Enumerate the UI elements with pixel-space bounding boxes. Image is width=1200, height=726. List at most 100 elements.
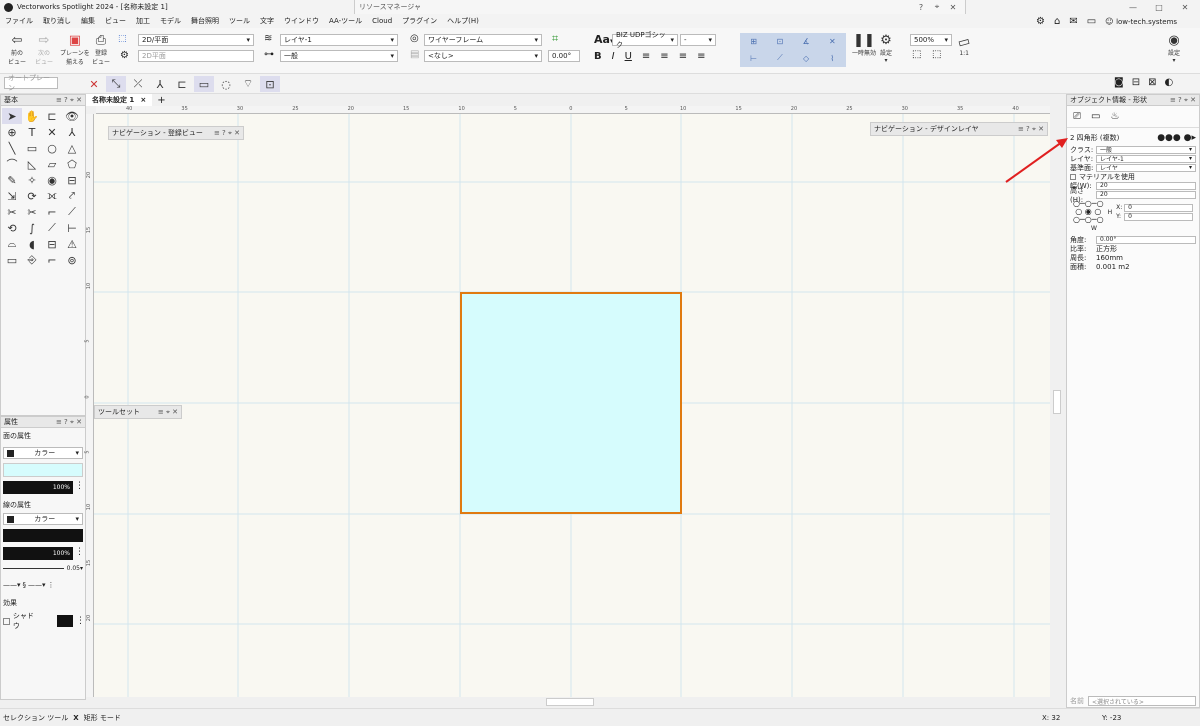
shadow-checkbox[interactable]: [3, 617, 10, 625]
menu-item[interactable]: 舞台照明: [186, 16, 224, 26]
fit-objects-icon[interactable]: ⬚: [932, 49, 941, 60]
eyedropper-tool-icon[interactable]: ✎: [2, 172, 22, 188]
circle-tool-icon[interactable]: ○: [42, 140, 62, 156]
callout-tool-icon[interactable]: ✕: [42, 124, 62, 140]
line-weight-select[interactable]: 0.05 ▾: [3, 565, 83, 572]
triangle-tool-icon[interactable]: △: [62, 140, 82, 156]
cut-tool-icon[interactable]: ⬠: [62, 156, 82, 172]
split-tool-icon[interactable]: ⟗: [42, 188, 62, 204]
arc-tool-icon[interactable]: ⌒: [2, 156, 22, 172]
text-tool-icon[interactable]: T: [22, 124, 42, 140]
poly-marquee-icon[interactable]: ⌔: [238, 76, 258, 92]
font-select[interactable]: BIZ UDPゴシック ▾: [612, 31, 678, 49]
camera-view-icon[interactable]: ◙: [1114, 77, 1124, 88]
menu-item[interactable]: ファイル: [0, 16, 38, 26]
lasso-icon[interactable]: ◌: [216, 76, 236, 92]
redline-tool-icon[interactable]: ⊚: [62, 252, 82, 268]
attribute-tool-icon[interactable]: ✧: [22, 172, 42, 188]
selected-square[interactable]: [460, 292, 682, 514]
line-tool-icon[interactable]: ╲: [2, 140, 22, 156]
offset-tool-icon[interactable]: ⤤: [62, 188, 82, 204]
light-icon[interactable]: ⊠: [1148, 77, 1156, 88]
fill-opacity-bar[interactable]: 100%: [3, 481, 73, 494]
auto-plane-toggle[interactable]: オートプレーン: [4, 74, 58, 92]
sheet-tool-icon[interactable]: ▭: [2, 252, 22, 268]
snap-object-icon[interactable]: ⊡: [767, 34, 792, 50]
menu-item[interactable]: プラグイン: [397, 16, 442, 26]
pause-button[interactable]: ❚❚ 一時無効: [852, 34, 876, 58]
snap-intersection-icon[interactable]: ✕: [820, 34, 845, 50]
fit-page-icon[interactable]: ⬚: [912, 49, 921, 60]
align-justify-icon[interactable]: ≡: [697, 51, 705, 62]
globe-icon[interactable]: ◐: [1164, 77, 1173, 88]
disable-snap-icon[interactable]: ✕: [84, 76, 104, 92]
polyline-tool-icon[interactable]: ◺: [22, 156, 42, 172]
mail-icon[interactable]: ✉: [1069, 16, 1077, 27]
snap-edge-icon[interactable]: ⌇: [820, 51, 845, 67]
box-position-icon[interactable]: ○─○─○ ○ ◉ ○ ○─○─○: [1073, 200, 1104, 224]
help-icon[interactable]: ?: [913, 3, 929, 12]
polygon-tool-icon[interactable]: ▱: [42, 156, 62, 172]
fill-more-icon[interactable]: ⋮: [75, 481, 84, 491]
more-options-icon[interactable]: ●●● ●▸: [1157, 133, 1196, 143]
next-view-button[interactable]: ⇨ 次の ビュー: [35, 34, 53, 67]
rotate-mode-icon[interactable]: ⤫: [128, 76, 148, 92]
bold-button[interactable]: B: [594, 51, 602, 62]
fillet-tool-icon[interactable]: ⌐: [42, 204, 62, 220]
class-field[interactable]: 一般 ▾: [1096, 145, 1196, 154]
mirror-tool-icon[interactable]: ⊟: [62, 172, 82, 188]
menu-item[interactable]: ビュー: [100, 16, 131, 26]
add-tab-icon[interactable]: +: [152, 95, 170, 106]
v-scroll-thumb[interactable]: [1053, 390, 1061, 414]
scissors-tool-icon[interactable]: ✂: [2, 204, 22, 220]
marker-more-icon[interactable]: ⋮: [48, 581, 55, 589]
gear-icon[interactable]: ⚙: [1036, 16, 1045, 27]
user-icon[interactable]: ☺ low-tech.systems: [1105, 17, 1177, 26]
line-more-icon[interactable]: ⋮: [75, 547, 84, 557]
layer-select[interactable]: レイヤ-1 ▾: [280, 34, 398, 46]
zoom-select[interactable]: 500% ▾: [910, 34, 952, 46]
close-icon[interactable]: ✕: [945, 3, 961, 12]
minimize-icon[interactable]: —: [1120, 3, 1146, 12]
base-field[interactable]: レイヤ ▾: [1096, 163, 1196, 172]
render-sub-select[interactable]: <なし> ▾: [424, 50, 542, 62]
angle-field[interactable]: 0.00°: [548, 50, 580, 62]
snap-view-icon[interactable]: ⊟: [1132, 77, 1140, 88]
stamp-tool-icon[interactable]: ⊟: [42, 236, 62, 252]
vertical-scrollbar[interactable]: [1052, 106, 1062, 697]
menu-item[interactable]: 編集: [76, 16, 100, 26]
snap-tangent-icon[interactable]: ◇: [794, 51, 819, 67]
zoom-tool-icon[interactable]: ⊕: [2, 124, 22, 140]
resize-mode-icon[interactable]: ⤡: [106, 76, 126, 92]
registered-view-button[interactable]: ⎙ 登録 ビュー: [92, 34, 110, 67]
menu-item[interactable]: ヘルプ(H): [442, 16, 484, 26]
rect-marquee-icon[interactable]: ▭: [194, 76, 214, 92]
line-color-swatch[interactable]: [3, 529, 83, 542]
align-center-icon[interactable]: ≡: [660, 51, 668, 62]
tab-close-icon[interactable]: ×: [140, 96, 146, 104]
reshape-tool-icon[interactable]: ✂: [22, 204, 42, 220]
group-select-icon[interactable]: ⊏: [172, 76, 192, 92]
name-field[interactable]: <選択されている>: [1088, 696, 1196, 706]
y-field[interactable]: 0: [1124, 212, 1193, 221]
dimension-tool-icon[interactable]: ⊢: [62, 220, 82, 236]
maximize-icon[interactable]: □: [1146, 3, 1172, 12]
options-icon[interactable]: ⊡: [260, 76, 280, 92]
scale-button[interactable]: ▭ 1:1: [956, 34, 972, 57]
align-left-icon[interactable]: ≡: [642, 51, 650, 62]
fill-color-swatch[interactable]: [3, 463, 83, 477]
menu-item[interactable]: ツール: [224, 16, 255, 26]
width-field[interactable]: 20: [1096, 181, 1196, 190]
render-select[interactable]: ワイヤーフレーム ▾: [424, 34, 542, 46]
snap-distance-icon[interactable]: ⊢: [741, 51, 766, 67]
horizontal-scrollbar[interactable]: [86, 697, 1052, 707]
menu-item[interactable]: モデル: [155, 16, 186, 26]
visibility-tool-icon[interactable]: ◉: [42, 172, 62, 188]
start-marker-select[interactable]: ——▾: [3, 581, 21, 589]
menu-item[interactable]: AA-ツール: [324, 16, 367, 26]
freehand-tool-icon[interactable]: ∫: [22, 220, 42, 236]
rotate-tool-icon[interactable]: ⟳: [22, 188, 42, 204]
rectangle-tool-icon[interactable]: ▭: [22, 140, 42, 156]
home-icon[interactable]: ⌂: [1054, 16, 1060, 27]
move-tool-icon[interactable]: ⇲: [2, 188, 22, 204]
